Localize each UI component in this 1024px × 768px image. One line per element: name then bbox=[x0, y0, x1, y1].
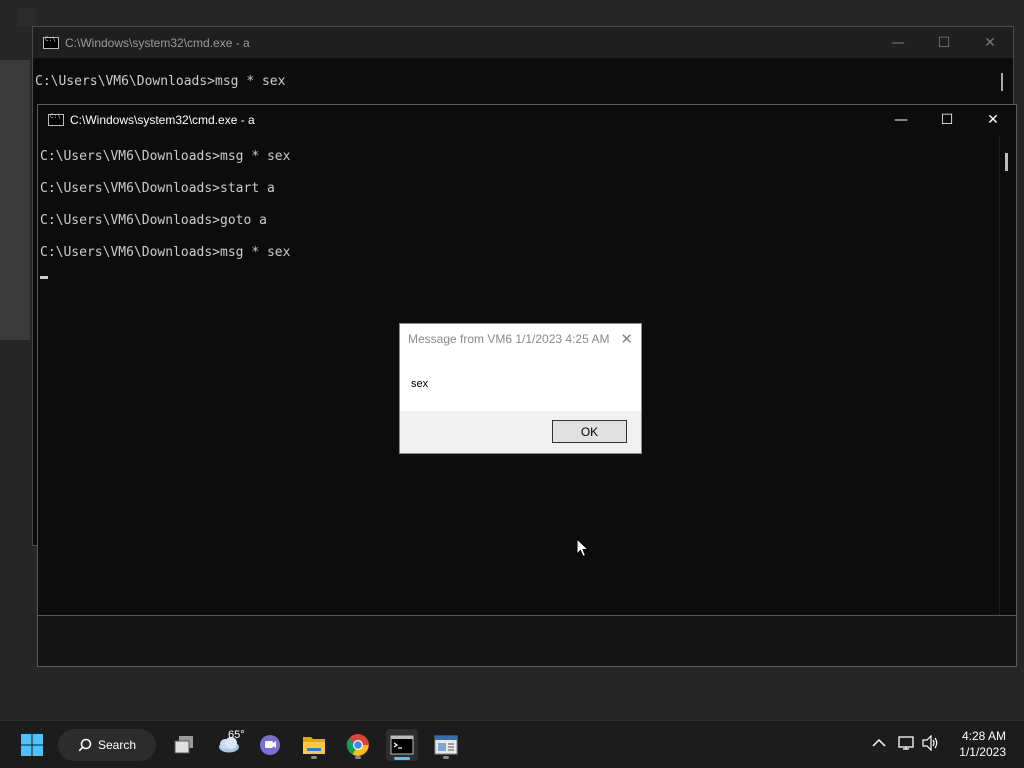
clock-date: 1/1/2023 bbox=[959, 745, 1006, 759]
minimize-button[interactable]: — bbox=[878, 105, 924, 134]
chrome-icon bbox=[346, 734, 369, 756]
cmd-icon bbox=[43, 36, 59, 49]
console-line: C:\Users\VM6\Downloads>start a bbox=[40, 181, 275, 196]
terminal-icon bbox=[390, 735, 414, 755]
scrollbar-track[interactable] bbox=[999, 135, 1000, 615]
clock-time: 4:28 AM bbox=[961, 729, 1006, 743]
search-box[interactable]: Search bbox=[58, 729, 156, 761]
chrome-button[interactable] bbox=[342, 729, 374, 761]
start-button[interactable] bbox=[16, 729, 48, 761]
message-dialog[interactable]: Message from VM6 1/1/2023 4:25 AM ✕ sex … bbox=[399, 323, 642, 454]
dialog-body: sex bbox=[400, 353, 641, 411]
search-label: Search bbox=[97, 738, 137, 752]
minimize-button[interactable]: — bbox=[875, 27, 921, 58]
dialog-title-bar[interactable]: Message from VM6 1/1/2023 4:25 AM ✕ bbox=[400, 324, 641, 353]
close-button[interactable]: ✕ bbox=[970, 105, 1016, 134]
close-button[interactable]: ✕ bbox=[967, 27, 1013, 58]
console-line: C:\Users\VM6\Downloads>msg * sex bbox=[40, 245, 291, 260]
file-explorer-icon bbox=[303, 737, 325, 754]
desktop-app-icon[interactable] bbox=[18, 8, 36, 26]
cmd-icon bbox=[48, 113, 64, 126]
start-icon bbox=[21, 734, 43, 756]
dialog-close-button[interactable]: ✕ bbox=[620, 330, 633, 348]
task-view-button[interactable] bbox=[168, 729, 200, 761]
running-indicator bbox=[311, 756, 317, 759]
running-indicator bbox=[355, 756, 361, 759]
maximize-button[interactable]: ☐ bbox=[924, 105, 970, 134]
cmd-taskbar-button[interactable] bbox=[386, 729, 418, 761]
mouse-pointer-icon bbox=[576, 538, 590, 558]
network-icon[interactable] bbox=[898, 735, 916, 751]
window-title: C:\Windows\system32\cmd.exe - a bbox=[70, 112, 255, 127]
title-bar[interactable]: C:\Windows\system32\cmd.exe - a — ☐ ✕ bbox=[33, 27, 1013, 58]
dialog-message: sex bbox=[411, 378, 429, 390]
app-icon bbox=[434, 735, 458, 755]
weather-temperature: 65° bbox=[228, 729, 245, 741]
window-title: C:\Windows\system32\cmd.exe - a bbox=[65, 35, 250, 50]
taskbar: Search bbox=[0, 720, 1024, 768]
console-lower-area bbox=[38, 616, 1016, 666]
background-window-edge bbox=[0, 60, 30, 340]
text-cursor bbox=[40, 276, 48, 279]
task-view-icon bbox=[174, 736, 193, 754]
running-indicator bbox=[443, 756, 449, 759]
scrollbar-thumb[interactable] bbox=[1001, 73, 1003, 91]
maximize-button[interactable]: ☐ bbox=[921, 27, 967, 58]
search-icon bbox=[78, 738, 92, 752]
dialog-title: Message from VM6 1/1/2023 4:25 AM bbox=[408, 331, 610, 346]
console-output[interactable]: C:\Users\VM6\Downloads>msg * sex C:\User… bbox=[40, 149, 998, 277]
title-bar[interactable]: C:\Windows\system32\cmd.exe - a — ☐ ✕ bbox=[38, 105, 1016, 135]
chat-button[interactable] bbox=[254, 729, 286, 761]
file-explorer-button[interactable] bbox=[298, 729, 330, 761]
ok-button[interactable]: OK bbox=[552, 420, 627, 443]
active-indicator bbox=[394, 757, 410, 760]
console-line: C:\Users\VM6\Downloads>goto a bbox=[40, 213, 267, 228]
chevron-up-icon[interactable] bbox=[872, 738, 886, 748]
app-taskbar-button[interactable] bbox=[430, 729, 462, 761]
volume-icon[interactable] bbox=[922, 735, 940, 751]
console-line: C:\Users\VM6\Downloads>msg * sex bbox=[40, 149, 291, 164]
console-line: C:\Users\VM6\Downloads>msg * sex bbox=[35, 74, 286, 89]
scrollbar-thumb[interactable] bbox=[1005, 153, 1008, 171]
system-clock[interactable]: 4:28 AM 1/1/2023 bbox=[959, 728, 1006, 760]
teams-chat-icon bbox=[260, 735, 280, 755]
